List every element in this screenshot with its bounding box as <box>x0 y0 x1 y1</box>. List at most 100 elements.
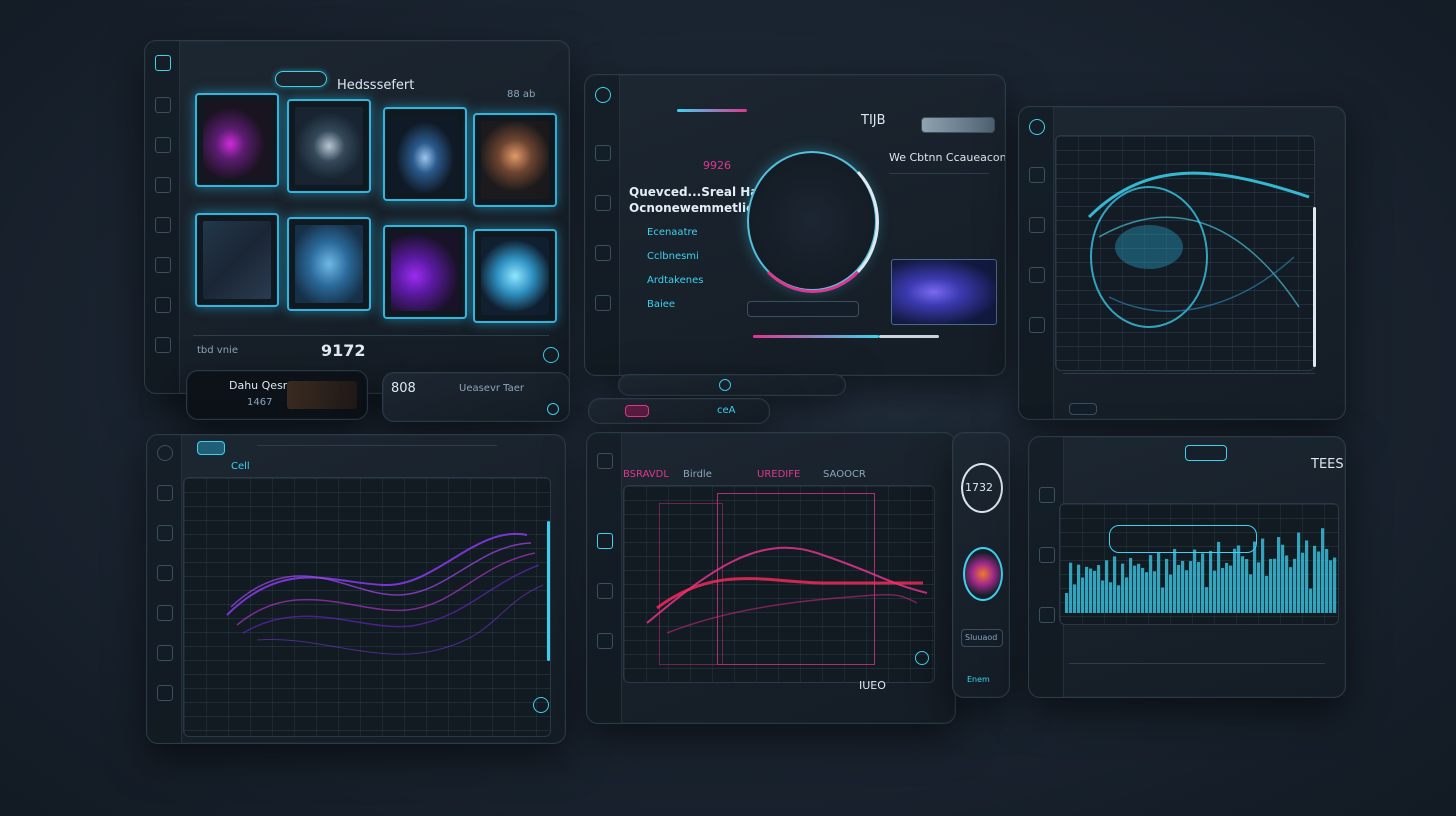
grid-icon[interactable] <box>155 137 171 153</box>
list-icon[interactable] <box>595 145 611 161</box>
bar-mark <box>1193 549 1197 613</box>
gallery-header-right: 88 ab <box>507 89 536 100</box>
bar-mark <box>1313 545 1317 613</box>
bar-mark <box>1273 558 1277 613</box>
bar-mark <box>1093 570 1097 613</box>
thumbnail-3[interactable] <box>383 107 467 201</box>
bar-mark <box>1213 570 1217 613</box>
play-icon[interactable] <box>719 379 731 391</box>
heart-orb <box>963 547 1003 601</box>
gallery-divider <box>193 335 549 336</box>
radial-tab-bar: ceA <box>588 398 770 424</box>
hologram-footer-line <box>1063 373 1315 374</box>
bar-mark <box>1085 566 1089 613</box>
filter-pill[interactable] <box>275 71 327 87</box>
waves-corner-icon[interactable] <box>533 697 549 713</box>
bar-mark <box>1189 561 1193 613</box>
timeline-slider[interactable] <box>753 335 879 338</box>
timeline-slider-rest <box>879 335 939 338</box>
radial-dashboard-panel: TIJB 9926 Quevced...Sreal Han Ocnonewemm… <box>584 74 1006 376</box>
bar-mark <box>1065 593 1069 613</box>
gallery-sidebar <box>145 41 180 393</box>
desktop-background: { "panel1": { "header_title": "Hedsssefe… <box>0 0 1456 816</box>
progress-header <box>677 109 747 112</box>
status-card-label: Dahu Qesr <box>229 379 288 392</box>
gauge-value: 1732 <box>965 481 993 494</box>
refresh-icon[interactable] <box>543 347 559 363</box>
radial-title-line1: Quevced...Sreal Han <box>629 185 767 199</box>
hologram-footer-button[interactable] <box>1069 403 1097 415</box>
magenta-footer-value: IUEO <box>859 679 886 692</box>
gallery-footer-label: tbd vnie <box>197 345 238 356</box>
bar-mark <box>1321 528 1325 613</box>
thumbnail-2[interactable] <box>287 99 371 193</box>
timeline-input[interactable] <box>747 301 859 317</box>
bar-mark <box>1177 564 1181 613</box>
check-icon[interactable] <box>547 403 559 415</box>
radial-footer-bar <box>618 374 846 396</box>
bar-mark <box>1077 564 1081 613</box>
bar-mark <box>1141 567 1145 613</box>
bar-mark <box>1317 551 1321 613</box>
bar-mark <box>1301 552 1305 613</box>
waves-scrollbar[interactable] <box>547 521 550 661</box>
bar-mark <box>1137 563 1141 613</box>
radial-sidebar <box>585 75 620 375</box>
gauge-label: Sluuaod <box>965 633 998 642</box>
folder-icon[interactable] <box>595 245 611 261</box>
bar-chart-panel: TEES <box>1028 436 1346 698</box>
bar-mark <box>1325 548 1329 613</box>
home-icon[interactable] <box>155 55 171 71</box>
gauge-side-button[interactable]: Enem <box>967 675 990 684</box>
gallery-panel: Hedsssefert 88 ab tbd vnie 9172 <box>144 40 570 394</box>
search-input[interactable] <box>921 117 995 133</box>
user-icon[interactable] <box>155 297 171 313</box>
chart-icon[interactable] <box>155 217 171 233</box>
blue-particles-art <box>295 225 363 303</box>
bar-mark <box>1253 541 1257 613</box>
image-icon[interactable] <box>155 177 171 193</box>
bar-mark <box>1081 577 1085 613</box>
layers-icon[interactable] <box>155 97 171 113</box>
settings-icon[interactable] <box>155 257 171 273</box>
bar-mark <box>1221 568 1225 613</box>
bar-mark <box>1153 571 1157 613</box>
target-icon[interactable] <box>595 195 611 211</box>
bars-plot <box>1065 528 1337 613</box>
thumbnail-7[interactable] <box>383 225 467 319</box>
bar-mark <box>1105 560 1109 613</box>
bar-mark <box>1181 560 1185 613</box>
left-item-4[interactable]: Baiee <box>647 299 675 310</box>
left-item-2[interactable]: Cclbnesmi <box>647 251 699 262</box>
bar-mark <box>1089 568 1093 613</box>
bar-mark <box>1173 548 1177 613</box>
bar-mark <box>1209 550 1213 613</box>
thumbnail-8[interactable] <box>473 229 557 323</box>
status-card-preview <box>287 381 357 409</box>
bar-mark <box>1133 565 1137 613</box>
help-icon[interactable] <box>155 337 171 353</box>
bar-mark <box>1261 538 1265 613</box>
bar-mark <box>1229 565 1233 613</box>
gallery-footer-value: 9172 <box>321 341 366 360</box>
clock-icon[interactable] <box>595 295 611 311</box>
tab-magenta[interactable] <box>625 405 649 417</box>
purple-cloth-art <box>391 233 459 311</box>
bar-mark <box>1233 548 1237 613</box>
tab-label[interactable]: ceA <box>717 405 736 416</box>
magenta-footer-icon[interactable] <box>915 651 929 665</box>
shield-icon[interactable] <box>595 87 611 103</box>
bars-footer-line <box>1069 663 1325 664</box>
bar-mark <box>1201 553 1205 613</box>
thumbnail-6[interactable] <box>287 217 371 311</box>
bar-mark <box>1297 532 1301 613</box>
wireframe-sphere-art <box>295 107 363 185</box>
thumbnail-5[interactable] <box>195 213 279 307</box>
left-item-3[interactable]: Ardtakenes <box>647 275 703 286</box>
bar-mark <box>1205 587 1209 613</box>
thumbnail-1[interactable] <box>195 93 279 187</box>
hologram-scrollbar[interactable] <box>1313 207 1316 367</box>
thumbnail-4[interactable] <box>473 113 557 207</box>
left-item-1[interactable]: Ecenaatre <box>647 227 698 238</box>
code-card: 808 Ueasevr Taer <box>382 372 570 422</box>
